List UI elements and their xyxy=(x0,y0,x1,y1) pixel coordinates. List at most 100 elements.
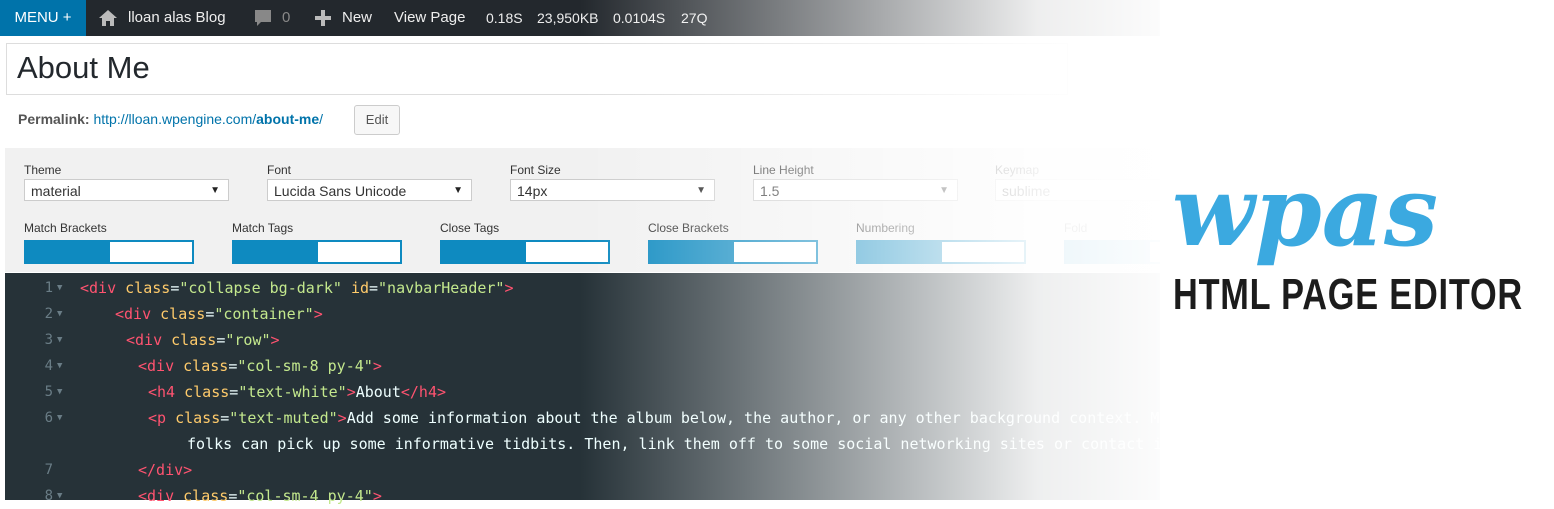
caret-down-icon: ▼ xyxy=(210,185,220,196)
match-tags-toggle[interactable] xyxy=(232,240,402,264)
font-select[interactable]: Lucida Sans Unicode ▼ xyxy=(267,179,472,201)
match-brackets-toggle[interactable] xyxy=(24,240,194,264)
font-label: Font xyxy=(267,163,292,177)
fold-arrow-icon[interactable]: ▼ xyxy=(57,405,62,431)
code-text: </div> xyxy=(138,457,192,483)
code-token: > xyxy=(504,279,514,297)
code-token: > xyxy=(270,331,280,349)
code-token: = xyxy=(170,279,180,297)
caret-down-icon: ▼ xyxy=(939,185,949,196)
line-height-select[interactable]: 1.5 ▼ xyxy=(753,179,958,201)
fold-arrow-icon[interactable]: ▼ xyxy=(57,353,62,379)
view-page-link[interactable]: View Page xyxy=(394,0,465,36)
comments-count[interactable]: 0 xyxy=(282,0,290,36)
font-size-value: 14px xyxy=(517,183,548,199)
match-brackets-label: Match Brackets xyxy=(24,221,107,235)
code-token: "collapse bg-dark" xyxy=(179,279,342,297)
code-token: About xyxy=(355,383,401,401)
logo-text: wpas xyxy=(1172,165,1438,268)
keymap-label: Keymap xyxy=(995,163,1040,177)
code-token: class xyxy=(171,331,217,349)
code-text: <div class="row"> xyxy=(126,327,280,353)
close-brackets-label: Close Brackets xyxy=(648,221,729,235)
code-token: <div xyxy=(138,357,184,375)
caret-down-icon: ▼ xyxy=(453,185,463,196)
code-token: "navbarHeader" xyxy=(378,279,505,297)
numbering-toggle[interactable] xyxy=(856,240,1026,264)
code-token: "col-sm-8 py-4" xyxy=(237,357,373,375)
code-text: folks can pick up some informative tidbi… xyxy=(187,431,1262,457)
editor-settings-panel: Theme material ▼ Font Lucida Sans Unicode… xyxy=(5,148,1234,272)
code-text: <h4 class="text-white">About</h4> xyxy=(148,379,446,405)
code-token: folks can pick up some informative tidbi… xyxy=(187,435,1262,453)
menu-button[interactable]: MENU + xyxy=(0,0,86,36)
stat-queries[interactable]: 27Q xyxy=(681,0,707,36)
code-token: "text-white" xyxy=(238,383,347,401)
code-token: = xyxy=(369,279,379,297)
code-editor[interactable]: 1 ▼ <div class="collapse bg-dark" id="navb… xyxy=(5,273,1431,505)
code-line[interactable]: 8 ▼ <div class="col-sm-4 py-4"> xyxy=(5,483,1180,509)
code-line[interactable]: folks can pick up some informative tidbi… xyxy=(5,431,1262,457)
theme-select[interactable]: material ▼ xyxy=(24,179,229,201)
close-brackets-toggle[interactable] xyxy=(648,240,818,264)
stat-memory[interactable]: 23,950KB xyxy=(537,0,599,36)
keymap-select[interactable]: sublime xyxy=(995,179,1165,201)
code-token: </div> xyxy=(138,461,193,479)
code-text: <div class="col-sm-4 py-4"> xyxy=(138,483,382,509)
code-line[interactable]: 2 ▼ <div class="container"> xyxy=(5,301,1180,327)
code-token: <div xyxy=(80,279,126,297)
fold-arrow-icon[interactable]: ▼ xyxy=(57,301,62,327)
code-line[interactable]: 1 ▼ <div class="collapse bg-dark" id="navb… xyxy=(5,275,1180,301)
code-token: = xyxy=(228,487,238,505)
line-number: 2 xyxy=(44,306,53,322)
code-token: <p xyxy=(148,409,176,427)
fold-arrow-icon[interactable]: ▼ xyxy=(57,483,62,509)
code-line[interactable]: 6 ▼ <p class="text-muted">Add some informa… xyxy=(5,405,1431,431)
code-token: = xyxy=(216,331,226,349)
code-token: = xyxy=(229,383,239,401)
code-text: <div class="col-sm-8 py-4"> xyxy=(138,353,382,379)
code-token: id xyxy=(350,279,369,297)
code-token: </h4> xyxy=(400,383,447,401)
fold-arrow-icon[interactable]: ▼ xyxy=(57,379,62,405)
line-number: 3 xyxy=(44,332,53,348)
code-token: class xyxy=(183,487,229,505)
fold-arrow-icon[interactable]: ▼ xyxy=(57,275,62,301)
edit-permalink-button[interactable]: Edit xyxy=(354,105,400,135)
code-token: > xyxy=(313,305,323,323)
fold-label: Fold xyxy=(1064,221,1088,235)
code-line[interactable]: 3 ▼ <div class="row"> xyxy=(5,327,1180,353)
code-token: "col-sm-4 py-4" xyxy=(237,487,373,505)
line-number: 5 xyxy=(44,384,53,400)
code-token: > xyxy=(346,383,356,401)
stat-query-time[interactable]: 0.0104S xyxy=(613,0,665,36)
fold-arrow-icon[interactable]: ▼ xyxy=(57,327,62,353)
code-token: <div xyxy=(126,331,172,349)
line-number: 4 xyxy=(44,358,53,374)
code-token: <h4 xyxy=(148,383,185,401)
code-token: > xyxy=(337,409,347,427)
code-token: class xyxy=(184,383,230,401)
code-line[interactable]: 7 </div> xyxy=(5,457,1180,483)
close-tags-toggle[interactable] xyxy=(440,240,610,264)
code-token: "text-muted" xyxy=(229,409,338,427)
theme-value: material xyxy=(31,183,81,199)
code-text: <div class="collapse bg-dark" id="navbar… xyxy=(80,275,514,301)
code-token: class xyxy=(183,357,229,375)
post-title-field[interactable]: About Me xyxy=(6,43,1068,95)
site-name-link[interactable]: lloan alas Blog xyxy=(128,0,226,36)
line-number: 7 xyxy=(44,462,53,478)
line-number: 8 xyxy=(44,488,53,504)
permalink-link[interactable]: http://lloan.wpengine.com/about-me/ xyxy=(93,111,323,127)
code-token: class xyxy=(175,409,221,427)
new-link[interactable]: New xyxy=(342,0,372,36)
code-line[interactable]: 5 ▼ <h4 class="text-white">About</h4> xyxy=(5,379,1180,405)
code-token: = xyxy=(228,357,238,375)
code-line[interactable]: 4 ▼ <div class="col-sm-8 py-4"> xyxy=(5,353,1180,379)
caret-down-icon: ▼ xyxy=(696,185,706,196)
line-number: 6 xyxy=(44,410,53,426)
line-number: 1 xyxy=(44,280,53,296)
font-size-select[interactable]: 14px ▼ xyxy=(510,179,715,201)
stat-time[interactable]: 0.18S xyxy=(486,0,523,36)
